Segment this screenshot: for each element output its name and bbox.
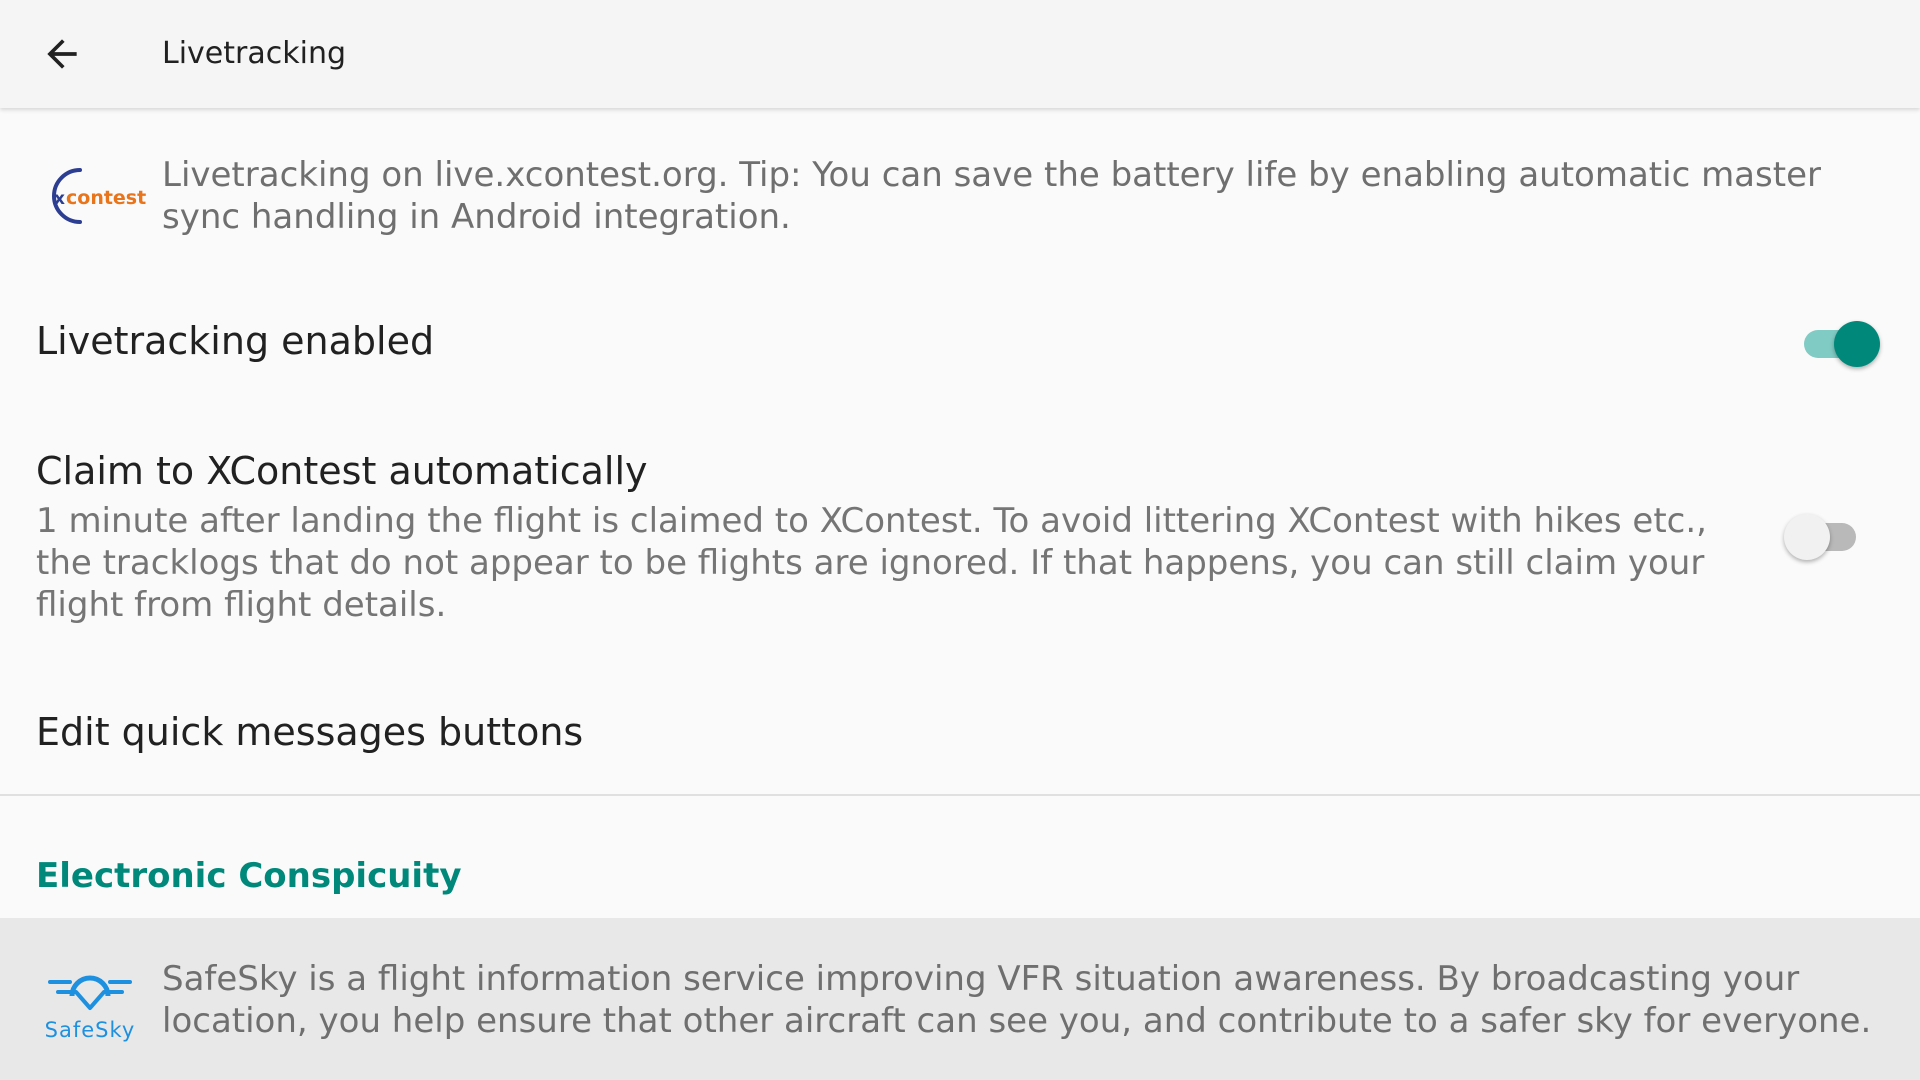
xcontest-logo-main: contest xyxy=(66,187,146,209)
pref-summary: 1 minute after landing the flight is cla… xyxy=(36,501,1707,625)
pref-claim-xcontest[interactable]: Claim to XContest automatically 1 minute… xyxy=(0,412,1920,660)
safesky-logo-icon xyxy=(48,975,132,1010)
claim-xcontest-switch[interactable] xyxy=(1784,509,1864,561)
divider xyxy=(0,794,1920,796)
livetracking-enabled-switch[interactable] xyxy=(1800,316,1880,368)
switch-thumb xyxy=(1834,321,1880,367)
pref-title: Claim to XContest automatically xyxy=(36,449,648,493)
pref-title: Livetracking enabled xyxy=(36,319,435,363)
back-button[interactable] xyxy=(30,24,94,84)
pref-title: Edit quick messages buttons xyxy=(36,710,584,754)
switch-thumb xyxy=(1784,514,1830,560)
xcontest-logo-prefix: x xyxy=(54,189,65,209)
pref-quick-messages[interactable]: Edit quick messages buttons xyxy=(0,660,1920,794)
safesky-info-row[interactable]: SafeSky SafeSky is a flight information … xyxy=(0,918,1920,1080)
app-bar: Livetracking xyxy=(0,0,1920,108)
xcontest-info-text: Livetracking on live.xcontest.org. Tip: … xyxy=(162,155,1821,237)
pref-livetracking-enabled[interactable]: Livetracking enabled xyxy=(0,272,1920,412)
arrow-left-icon xyxy=(47,39,77,69)
xcontest-info-row: x contest Livetracking on live.xcontest.… xyxy=(0,108,1920,272)
xcontest-logo-icon: x contest xyxy=(52,168,146,224)
page-title: Livetracking xyxy=(162,36,346,71)
category-electronic-conspicuity: Electronic Conspicuity xyxy=(36,856,462,896)
safesky-logo: SafeSky xyxy=(42,952,138,1048)
safesky-info-text: SafeSky is a flight information service … xyxy=(162,959,1872,1041)
safesky-logo-label: SafeSky xyxy=(44,1018,136,1042)
